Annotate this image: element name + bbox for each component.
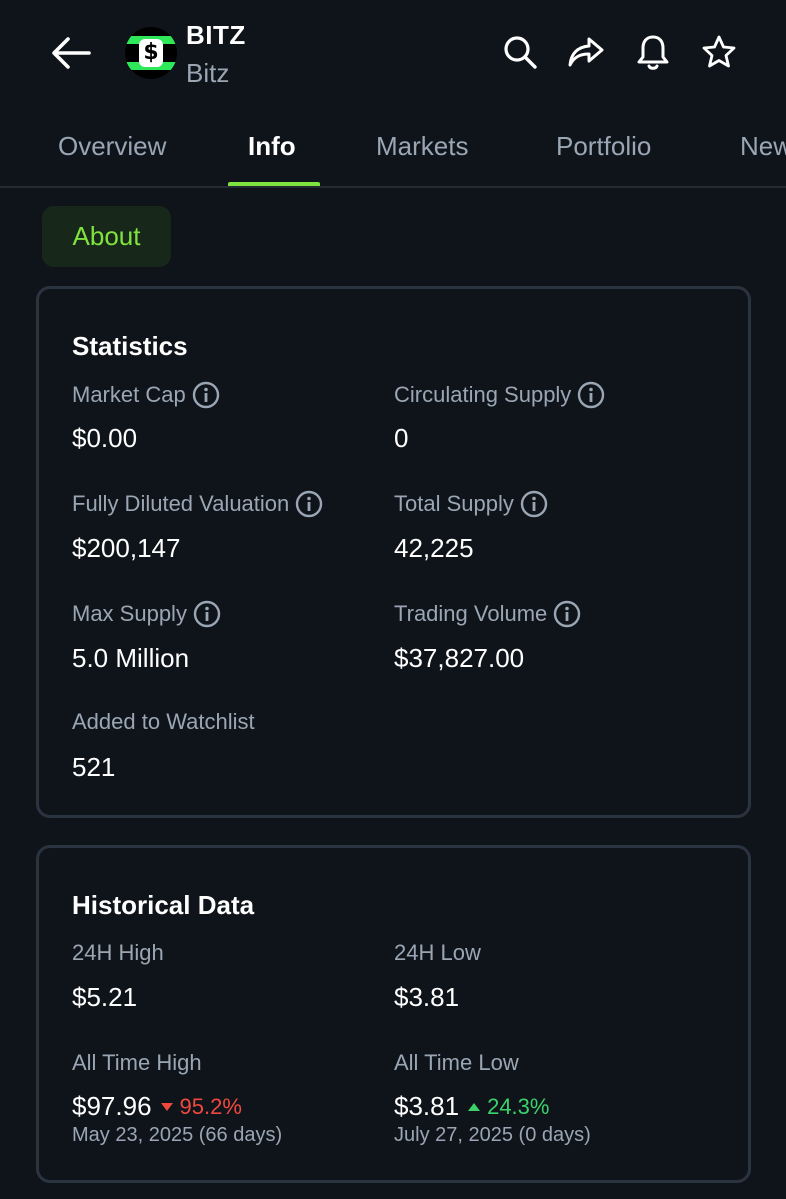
- market-cap-value: $0.00: [72, 423, 138, 453]
- ath-row: $97.96 95.2%: [72, 1091, 242, 1122]
- bell-icon: [637, 35, 669, 70]
- total-supply-value: 42,225: [394, 533, 474, 563]
- dollar-icon: $: [139, 39, 163, 67]
- alert-button[interactable]: [633, 32, 673, 72]
- atl-change: 24.3%: [467, 1094, 549, 1120]
- fdv-value: $200,147: [72, 533, 181, 563]
- coin-logo: $: [125, 27, 177, 79]
- watchlist-button[interactable]: [699, 32, 739, 72]
- tab-info[interactable]: Info: [248, 131, 296, 162]
- info-icon[interactable]: [192, 381, 220, 409]
- total-supply-label: Total Supply: [394, 490, 548, 518]
- atl-row: $3.81 24.3%: [394, 1091, 549, 1122]
- tab-portfolio[interactable]: Portfolio: [556, 131, 651, 162]
- info-icon[interactable]: [295, 490, 323, 518]
- max-supply-label: Max Supply: [72, 600, 221, 628]
- watchlist-value: 521: [72, 752, 116, 782]
- trading-volume-value: $37,827.00: [394, 643, 525, 673]
- info-icon[interactable]: [577, 381, 605, 409]
- ath-label: All Time High: [72, 1050, 202, 1075]
- high-24h-label: 24H High: [72, 940, 164, 965]
- atl-label: All Time Low: [394, 1050, 519, 1075]
- about-chip[interactable]: About: [42, 206, 171, 267]
- historical-title: Historical Data: [72, 890, 255, 920]
- app-header: $ BITZ Bitz: [0, 0, 786, 110]
- circulating-supply-label: Circulating Supply: [394, 381, 605, 409]
- atl-value: $3.81: [394, 1091, 460, 1121]
- ath-change: 95.2%: [160, 1094, 242, 1120]
- low-24h-label: 24H Low: [394, 940, 481, 965]
- low-24h-value: $3.81: [394, 982, 460, 1012]
- max-supply-value: 5.0 Million: [72, 643, 190, 673]
- statistics-card: Statistics Market Cap $0.00 Circulating …: [36, 286, 751, 818]
- tab-news[interactable]: News: [740, 131, 786, 162]
- triangle-up-icon: [468, 1102, 481, 1111]
- coin-symbol: BITZ: [186, 20, 246, 50]
- active-tab-indicator: [228, 182, 320, 186]
- ath-date: May 23, 2025 (66 days): [72, 1124, 283, 1146]
- triangle-down-icon: [160, 1102, 173, 1111]
- trading-volume-label: Trading Volume: [394, 600, 581, 628]
- circulating-supply-value: 0: [394, 423, 409, 453]
- search-button[interactable]: [500, 32, 540, 72]
- fdv-label: Fully Diluted Valuation: [72, 490, 323, 518]
- tab-overview[interactable]: Overview: [58, 131, 166, 162]
- statistics-title: Statistics: [72, 331, 188, 361]
- historical-data-card: Historical Data 24H High $5.21 24H Low $…: [36, 845, 751, 1183]
- watchlist-label: Added to Watchlist: [72, 709, 255, 734]
- tab-markets[interactable]: Markets: [376, 131, 468, 162]
- back-button[interactable]: [48, 30, 94, 76]
- back-arrow-icon: [52, 37, 91, 69]
- share-button[interactable]: [566, 32, 606, 72]
- info-icon[interactable]: [553, 600, 581, 628]
- coin-name: Bitz: [186, 58, 230, 88]
- info-icon[interactable]: [520, 490, 548, 518]
- search-icon: [504, 36, 537, 69]
- info-icon[interactable]: [193, 600, 221, 628]
- tab-bar: Overview Info Markets Portfolio News: [0, 110, 786, 188]
- atl-date: July 27, 2025 (0 days): [394, 1124, 591, 1146]
- share-icon: [568, 37, 604, 67]
- market-cap-label: Market Cap: [72, 381, 220, 409]
- high-24h-value: $5.21: [72, 982, 138, 1012]
- ath-value: $97.96: [72, 1091, 152, 1121]
- star-icon: [702, 35, 736, 68]
